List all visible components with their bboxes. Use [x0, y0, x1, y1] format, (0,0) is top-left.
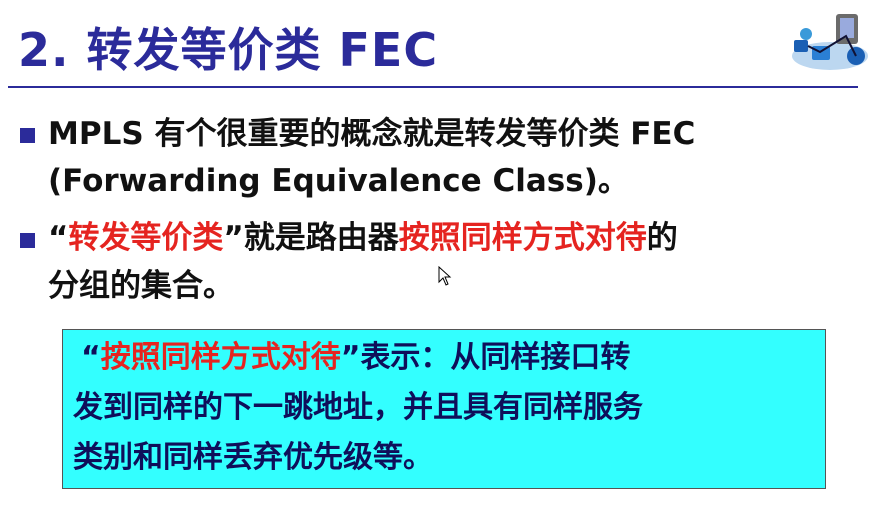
- bullet-1-line-2: (Forwarding Equivalence Class)。: [48, 163, 629, 199]
- text-mid: 就是路由器: [243, 220, 399, 256]
- mouse-pointer-icon: [438, 266, 452, 286]
- bullet-marker: [20, 233, 35, 248]
- callout-line-1: “按照同样方式对待”表示：从同样接口转: [81, 340, 630, 376]
- term-fec: 转发等价类: [68, 220, 224, 256]
- title-divider: [8, 86, 858, 88]
- text-tail: 的: [646, 220, 678, 256]
- bullet-2-line-2: 分组的集合。: [48, 268, 234, 304]
- bullet-2-line-1: “转发等价类”就是路由器按照同样方式对待的: [48, 220, 678, 256]
- bullet-1-line-1: MPLS 有个很重要的概念就是转发等价类 FEC: [48, 116, 696, 152]
- callout-box: “按照同样方式对待”表示：从同样接口转 发到同样的下一跳地址，并且具有同样服务 …: [62, 329, 826, 489]
- slide-title: 2. 转发等价类 FEC: [18, 23, 439, 77]
- callout-line-2: 发到同样的下一跳地址，并且具有同样服务: [73, 390, 643, 425]
- term-same-treatment: 按照同样方式对待: [398, 220, 647, 256]
- callout-line-3: 类别和同样丢弃优先级等。: [73, 440, 433, 475]
- callout-line-1-rest: 表示：从同样接口转: [360, 340, 631, 375]
- quote-close: ”: [223, 220, 244, 256]
- quote-open: “: [81, 340, 101, 375]
- callout-term: 按照同样方式对待: [100, 340, 341, 375]
- network-logo-icon: [792, 14, 868, 70]
- quote-close: ”: [340, 340, 361, 375]
- quote-open: “: [48, 220, 69, 256]
- bullet-marker: [20, 128, 35, 143]
